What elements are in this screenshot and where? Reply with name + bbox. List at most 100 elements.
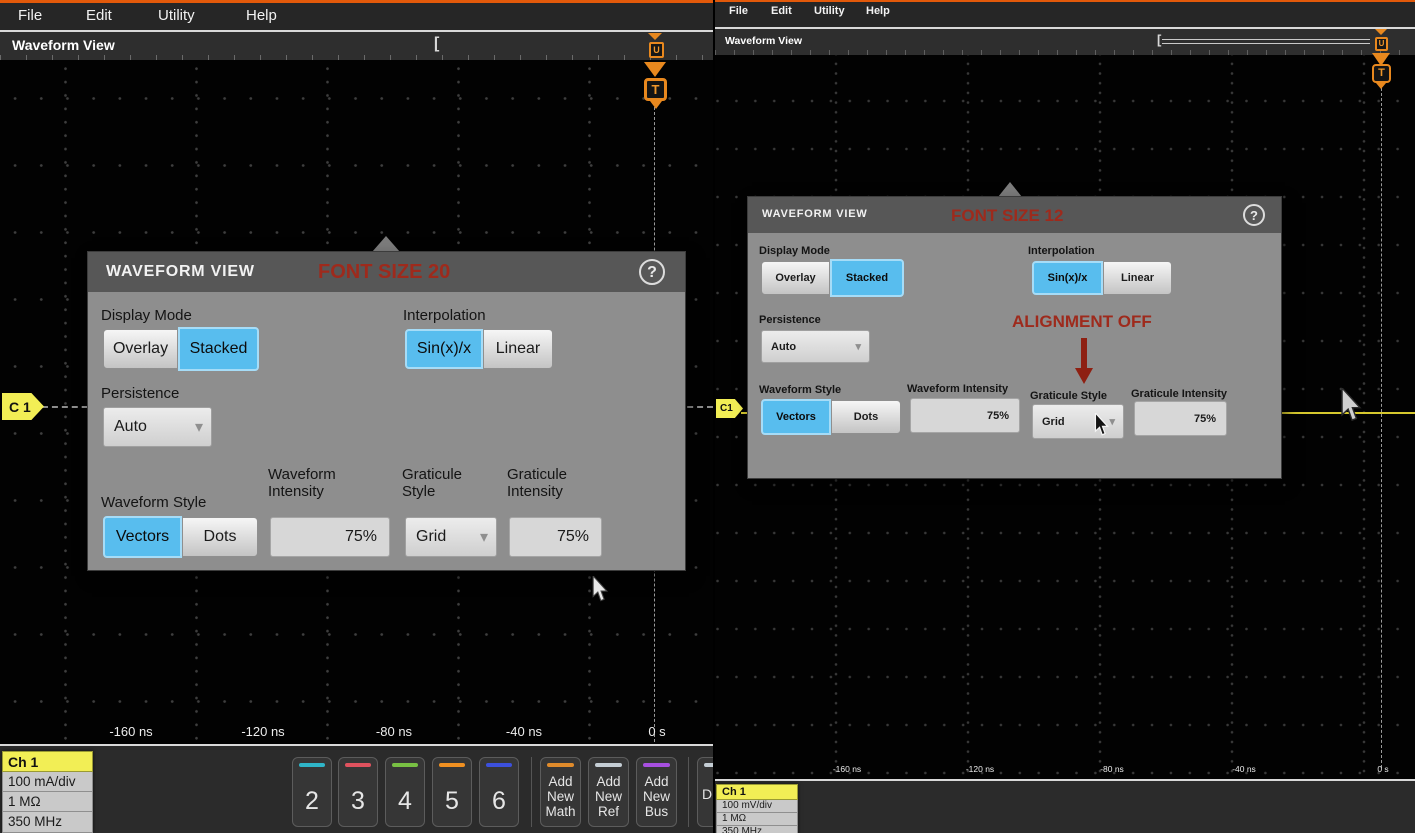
add-new-math-button[interactable]: Add New Math bbox=[540, 757, 581, 827]
menu-item-help[interactable]: Help bbox=[866, 5, 890, 17]
dots-button[interactable]: Dots bbox=[831, 400, 901, 434]
divider bbox=[531, 757, 532, 827]
channel-badge-scale: 100 mV/div bbox=[716, 800, 798, 813]
zoom-extent-line bbox=[1162, 39, 1370, 40]
axis-tick: 0 s bbox=[1377, 764, 1388, 774]
interpolation-label: Interpolation bbox=[403, 307, 486, 324]
waveform-style-label: Waveform Style bbox=[759, 384, 841, 396]
channel-button-2[interactable]: 2 bbox=[292, 757, 332, 827]
axis-tick: -40 ns bbox=[1232, 764, 1256, 774]
channel-color-stripe bbox=[345, 763, 371, 767]
waveform-intensity-field[interactable]: 75% bbox=[270, 517, 390, 557]
partial-color-stripe bbox=[704, 763, 713, 767]
graticule-intensity-field[interactable]: 75% bbox=[1134, 401, 1227, 436]
divider bbox=[688, 757, 689, 827]
channel-badge-bandwidth: 350 MHz bbox=[2, 812, 93, 833]
channel-button-6[interactable]: 6 bbox=[479, 757, 519, 827]
channel-button-label: 3 bbox=[351, 787, 365, 815]
menu-item-utility[interactable]: Utility bbox=[158, 7, 195, 24]
channel-badge[interactable]: Ch 1 100 mV/div 1 MΩ 350 MHz bbox=[716, 784, 798, 833]
dialog-pointer bbox=[998, 182, 1022, 197]
overlay-button[interactable]: Overlay bbox=[103, 329, 178, 369]
waveform-view-tab-bar: Waveform View [ bbox=[715, 29, 1415, 55]
dialog-header[interactable]: WAVEFORM VIEW FONT SIZE 20 ? bbox=[88, 252, 685, 292]
axis-tick: -80 ns bbox=[1100, 764, 1124, 774]
channel-button-3[interactable]: 3 bbox=[338, 757, 378, 827]
linear-button[interactable]: Linear bbox=[1103, 261, 1172, 295]
dialog-waveform-view: WAVEFORM VIEW FONT SIZE 12 ? Display Mod… bbox=[748, 197, 1281, 478]
trigger-flag[interactable]: T bbox=[644, 78, 667, 101]
trigger-minimap-badge[interactable]: U bbox=[1375, 37, 1388, 51]
waveform-intensity-label: Waveform Intensity bbox=[268, 466, 356, 500]
help-icon[interactable]: ? bbox=[1243, 204, 1265, 226]
channel-color-stripe bbox=[439, 763, 465, 767]
channel-button-label: 4 bbox=[398, 787, 412, 815]
sinx-button[interactable]: Sin(x)/x bbox=[405, 329, 483, 369]
graticule-style-label: Graticule Style bbox=[1030, 390, 1107, 402]
menu-item-file[interactable]: File bbox=[729, 5, 748, 17]
sinx-button[interactable]: Sin(x)/x bbox=[1032, 261, 1103, 295]
persistence-label: Persistence bbox=[759, 314, 821, 326]
add-new-bus-button[interactable]: Add New Bus bbox=[636, 757, 677, 827]
graticule-style-dropdown[interactable]: Grid ▾ bbox=[1032, 404, 1124, 439]
graticule-style-label: Graticule Style bbox=[402, 466, 480, 500]
dialog-header[interactable]: WAVEFORM VIEW FONT SIZE 12 ? bbox=[748, 197, 1281, 233]
waveform-view-tab-bar: Waveform View [ bbox=[0, 32, 713, 60]
channel-button-label: 2 bbox=[305, 787, 319, 815]
trigger-minimap-badge[interactable]: U bbox=[649, 42, 664, 58]
zoom-bracket: [ bbox=[1157, 32, 1161, 47]
partial-button[interactable]: D bbox=[697, 757, 713, 827]
vectors-button[interactable]: Vectors bbox=[761, 399, 831, 435]
persistence-dropdown[interactable]: Auto ▾ bbox=[761, 330, 870, 363]
stacked-button[interactable]: Stacked bbox=[178, 327, 259, 371]
trigger-flag-tip bbox=[1376, 83, 1386, 89]
axis-tick: -120 ns bbox=[241, 724, 284, 739]
channel-color-stripe bbox=[392, 763, 418, 767]
help-icon[interactable]: ? bbox=[639, 259, 665, 285]
alignment-arrow-head bbox=[1075, 368, 1093, 384]
stacked-button[interactable]: Stacked bbox=[830, 259, 904, 297]
dialog-title: WAVEFORM VIEW bbox=[106, 263, 255, 281]
font-size-annotation: FONT SIZE 20 bbox=[318, 261, 450, 284]
trigger-flag[interactable]: T bbox=[1372, 64, 1391, 83]
overlay-button[interactable]: Overlay bbox=[761, 261, 830, 295]
menu-item-edit[interactable]: Edit bbox=[86, 7, 112, 24]
menu-item-utility[interactable]: Utility bbox=[814, 5, 845, 17]
vectors-button[interactable]: Vectors bbox=[103, 516, 182, 558]
dots-button[interactable]: Dots bbox=[182, 517, 258, 557]
zoom-bracket: [ bbox=[434, 35, 439, 53]
graticule-intensity-field[interactable]: 75% bbox=[509, 517, 602, 557]
trigger-minimap-arrow-icon[interactable] bbox=[1375, 29, 1387, 35]
screenshot-right: File Edit Utility Help Waveform View [ U… bbox=[715, 0, 1415, 833]
waveform-intensity-field[interactable]: 75% bbox=[910, 398, 1020, 433]
channel-button-5[interactable]: 5 bbox=[432, 757, 472, 827]
add-new-ref-button[interactable]: Add New Ref bbox=[588, 757, 629, 827]
chevron-down-icon: ▾ bbox=[1109, 415, 1115, 428]
channel-badge-impedance: 1 MΩ bbox=[2, 792, 93, 812]
linear-button[interactable]: Linear bbox=[483, 329, 553, 369]
alignment-annotation: ALIGNMENT OFF bbox=[1012, 312, 1152, 332]
tab-waveform-view[interactable]: Waveform View bbox=[725, 35, 802, 47]
menu-item-edit[interactable]: Edit bbox=[771, 5, 792, 17]
channel-badge-name: Ch 1 bbox=[716, 784, 798, 800]
tab-waveform-view[interactable]: Waveform View bbox=[12, 37, 115, 53]
trigger-minimap-arrow-icon[interactable] bbox=[648, 33, 662, 40]
cursor-pointer-dropdown bbox=[1093, 413, 1110, 436]
channel-button-4[interactable]: 4 bbox=[385, 757, 425, 827]
axis-tick: -160 ns bbox=[109, 724, 152, 739]
graticule-style-value: Grid bbox=[1042, 416, 1065, 428]
menu-item-file[interactable]: File bbox=[18, 7, 42, 24]
trigger-flag-tip bbox=[650, 101, 662, 109]
graticule-style-dropdown[interactable]: Grid ▾ bbox=[405, 517, 497, 557]
channel-badge-name: Ch 1 bbox=[2, 751, 93, 772]
axis-tick: -40 ns bbox=[506, 724, 542, 739]
add-button-label: Add New Math bbox=[545, 774, 575, 819]
menu-item-help[interactable]: Help bbox=[246, 7, 277, 24]
waveform-intensity-label: Waveform Intensity bbox=[907, 383, 1008, 395]
trigger-arrow-icon[interactable] bbox=[644, 62, 666, 77]
persistence-dropdown[interactable]: Auto ▾ bbox=[103, 407, 212, 447]
dialog-waveform-view: WAVEFORM VIEW FONT SIZE 20 ? Display Mod… bbox=[88, 252, 685, 570]
screenshot-left: File Edit Utility Help Waveform View [ U… bbox=[0, 0, 713, 833]
channel-badge[interactable]: Ch 1 100 mA/div 1 MΩ 350 MHz bbox=[2, 751, 93, 833]
display-mode-label: Display Mode bbox=[759, 245, 830, 257]
